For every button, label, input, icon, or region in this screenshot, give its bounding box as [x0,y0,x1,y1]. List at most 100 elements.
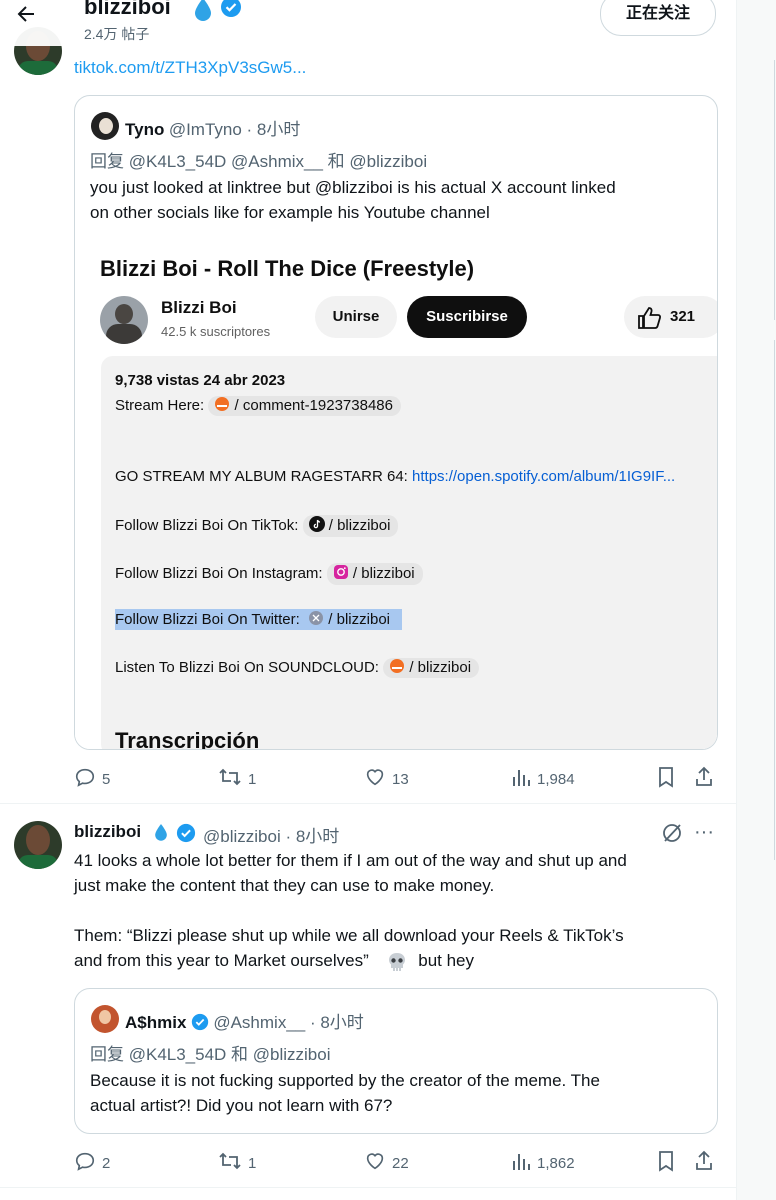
avatar[interactable] [14,821,62,869]
heart-icon [364,1150,392,1176]
share-button[interactable] [694,1150,720,1176]
twitter-label: Follow Blizzi Boi On Twitter: [115,610,300,628]
quote-text-line: Because it is not fucking supported by t… [90,1071,600,1090]
chip-text: / blizziboi [409,659,472,676]
more-options-icon[interactable]: ··· [694,822,714,842]
like-count: 13 [392,770,409,788]
soundcloud-icon [389,659,405,677]
repost-count: 1 [248,770,257,788]
tiktok-chip: / blizziboi [302,515,399,537]
views-icon [511,766,537,792]
heart-icon [364,766,392,792]
post-text-line: and from this year to Market ourselves” [74,951,369,970]
chip-text: / comment-1923738486 [234,397,393,414]
repost-button[interactable]: 1 [218,1150,256,1176]
quote-text-line: you just looked at linktree but @blizzib… [90,178,616,197]
channel-name: Blizzi Boi [161,298,237,317]
grok-icon[interactable] [661,822,683,849]
quoted-post[interactable]: Tyno @ImTyno · 8小时 回复 @K4L3_54D @Ashmix_… [74,95,718,750]
timeline-column: blizziboi 2.4万 帖子 正在关注 tiktok.com/t/ZTH3… [0,0,736,1200]
following-button[interactable]: 正在关注 [600,0,716,36]
quote-author-meta: @ImTyno · 8小时 [168,120,301,139]
quoted-post[interactable]: A$hmix @Ashmix__ · 8小时 回复 @K4L3_54D 和 @b… [74,988,718,1134]
avatar [91,1005,119,1033]
reply-context: 回复 @K4L3_54D 和 @blizziboi [90,1045,331,1064]
like-count: 321 [670,308,696,325]
instagram-label: Follow Blizzi Boi On Instagram: [115,564,323,582]
views-icon [511,1150,537,1176]
chip-text: / blizziboi [328,610,390,628]
share-icon [694,1150,720,1176]
spotify-link: https://open.spotify.com/album/1IG9IF... [412,468,676,485]
reply-button[interactable]: 2 [74,1150,110,1176]
soundcloud-chip: / comment-1923738486 [208,396,401,417]
post-text-line: Them: “Blizzi please shut up while we al… [74,926,624,945]
sidebar-card-edge [774,60,775,320]
quote-text-line: on other socials like for example his Yo… [90,203,490,222]
views-date: 9,738 vistas 24 abr 2023 [115,372,286,389]
tiktok-icon [308,516,325,536]
video-title: Blizzi Boi - Roll The Dice (Freestyle) [100,256,475,281]
post-divider [0,1187,736,1188]
skull-emoji-icon [386,952,408,972]
quote-author-name: A$hmix [125,1013,187,1032]
transcript-heading: Transcripción [115,728,260,749]
soundcloud-chip: / blizziboi [383,658,480,679]
like-count: 22 [392,1154,409,1172]
attached-image[interactable]: Blizzi Boi - Roll The Dice (Freestyle) B… [75,244,717,749]
like-button[interactable]: 13 [364,766,409,792]
quote-author-name: Tyno [125,120,165,139]
profile-name: blizziboi [84,0,171,19]
sidebar-edge [737,0,776,1200]
quote-author-meta: @Ashmix__ · 8小时 [213,1013,364,1032]
subscribe-button: Suscribirse [407,296,527,338]
thumbs-up-icon [636,305,662,347]
bookmark-button[interactable] [656,1150,682,1176]
views-button[interactable]: 1,984 [511,766,575,792]
post-divider [0,803,736,804]
soundcloud-icon [214,397,230,415]
twitter-chip: / blizziboi [304,611,390,628]
soundcloud-label: Listen To Blizzi Boi On SOUNDCLOUD: [115,659,379,676]
chip-text: / blizziboi [328,516,391,534]
tiktok-link[interactable]: tiktok.com/t/ZTH3XpV3sGw5... [74,58,306,78]
avatar [91,112,119,140]
tiktok-label: Follow Blizzi Boi On TikTok: [115,516,299,534]
quote-text-line: actual artist?! Did you not learn with 6… [90,1096,393,1115]
instagram-icon [333,564,349,584]
post-text-line: but hey [418,951,475,970]
join-button: Unirse [315,296,397,338]
verified-badge-icon [220,0,242,23]
x-icon [308,610,324,630]
like-button[interactable]: 22 [364,1150,409,1176]
reply-count: 2 [102,1154,111,1172]
like-count-pill: 321 [624,296,717,338]
view-count: 1,984 [537,770,575,788]
reply-icon [74,766,102,792]
bookmark-button[interactable] [656,766,682,792]
chip-text: / blizziboi [352,564,415,582]
reply-button[interactable]: 5 [74,766,110,792]
posts-count: 2.4万 帖子 [84,26,150,42]
view-count: 1,862 [537,1154,575,1172]
instagram-chip: / blizziboi [326,563,423,585]
album-label: GO STREAM MY ALBUM RAGESTARR 64: [115,468,408,485]
reply-icon [74,1150,102,1176]
views-button[interactable]: 1,862 [511,1150,575,1176]
back-arrow-icon[interactable] [14,2,40,28]
reply-count: 5 [102,770,111,788]
verified-badge-icon [176,823,196,848]
post-author-meta: @blizziboi · 8小时 [203,827,340,846]
bookmark-icon [656,1150,682,1176]
repost-button[interactable]: 1 [218,766,256,792]
subscriber-count: 42.5 k suscriptores [161,324,271,339]
video-description: 9,738 vistas 24 abr 2023 Stream Here: / … [101,356,717,749]
repost-icon [218,1150,248,1176]
bookmark-icon [656,766,682,792]
repost-count: 1 [248,1154,257,1172]
profile-header: blizziboi 2.4万 帖子 正在关注 [0,0,736,46]
post-author-name[interactable]: blizziboi [74,822,141,842]
share-button[interactable] [694,766,720,792]
stream-label: Stream Here: [115,397,205,414]
post-text-line: just make the content that they can use … [74,876,495,895]
